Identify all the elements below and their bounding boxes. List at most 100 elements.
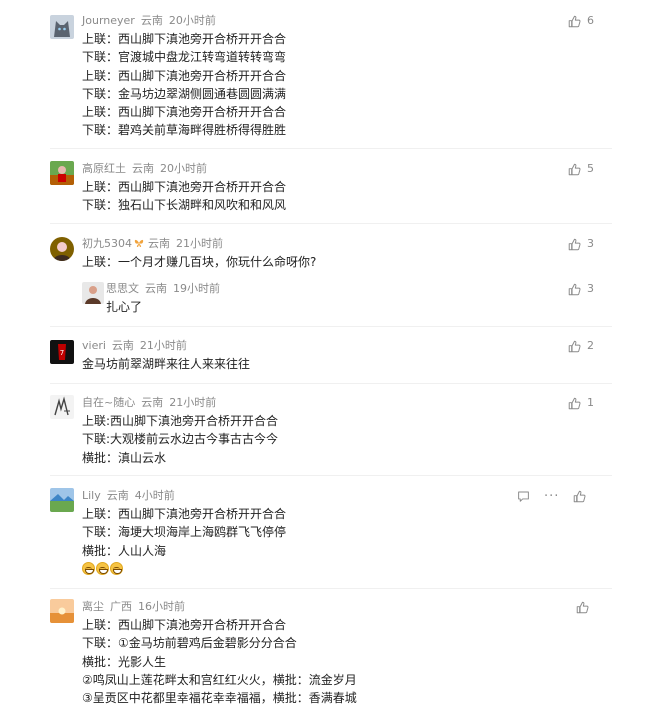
location: 云南 — [148, 237, 170, 250]
avatar[interactable] — [50, 161, 74, 185]
comment-item: 离尘 广西 16小时前 上联：西山脚下滇池旁开合桥开开合合 下联：①金马坊前碧鸡后金… — [0, 599, 661, 709]
thumbs-up-icon — [568, 15, 581, 27]
thumbs-up-icon — [568, 340, 581, 352]
username[interactable]: 思思文 — [106, 282, 139, 295]
like-count: 6 — [587, 14, 594, 27]
comment-line: 金马坊前翠湖畔来往人来来往往 — [82, 357, 251, 371]
comment-meta: vieri 云南 21小时前 — [82, 338, 193, 354]
comment-meta: 高原红土 云南 20小时前 — [82, 161, 213, 177]
location: 云南 — [140, 14, 163, 27]
comment-line: 上联：西山脚下滇池旁开合桥开开合合 — [82, 507, 287, 521]
comment-icon[interactable] — [517, 490, 530, 503]
comment-line: 下联：①金马坊前碧鸡后金碧影分分合合 — [82, 636, 297, 651]
comment-line: 扎心了 — [106, 300, 143, 314]
like-button[interactable]: 6 — [568, 13, 594, 29]
location: 云南 — [111, 339, 134, 352]
comment-meta: Lily 云南 4小时前 — [82, 488, 181, 504]
comment-line: 横批：滇山云水 — [82, 450, 167, 465]
comment-text: 金马坊前翠湖畔来往人来来往往 — [82, 355, 250, 373]
comment-line: 下联：独石山下长湖畔和风吹和和风风 — [82, 198, 287, 213]
thumbs-up-icon — [576, 601, 589, 613]
thumbs-up-icon — [568, 163, 581, 175]
thumbs-up-icon — [568, 283, 581, 295]
comment-meta: 初九5304 云南 21小时前 — [82, 236, 229, 252]
like-count: 3 — [587, 282, 594, 295]
comment-line: 下联:大观楼前云水边古今事古古今今 — [82, 432, 279, 447]
timestamp: 20小时前 — [160, 162, 207, 175]
comment-line: 下联：碧鸡关前草海畔得胜桥得得胜胜 — [82, 123, 287, 138]
comment-line: 下联：海埂大坝海岸上海鸥群飞飞停停 — [82, 525, 287, 540]
divider — [50, 383, 612, 384]
location: 广西 — [110, 600, 132, 613]
comment-line: 上联：西山脚下滇池旁开合桥开开合合 — [82, 180, 287, 194]
thumbs-up-icon — [568, 397, 581, 409]
username[interactable]: 高原红土 — [82, 162, 126, 175]
comment-text: 上联：西山脚下滇池旁开合桥开开合合 下联：官渡城中盘龙江转弯道转转弯弯 上联：西… — [82, 30, 286, 140]
comment-text: 上联：一个月才赚几百块，你玩什么命呀你? — [82, 253, 316, 271]
comment-item: 7 vieri 云南 21小时前 2 金马坊前翠湖畔来往人来来往往 — [0, 338, 661, 374]
like-button[interactable]: 2 — [568, 338, 594, 354]
username[interactable]: 初九5304 — [82, 237, 132, 250]
timestamp: 4小时前 — [134, 489, 175, 502]
thumbs-up-icon — [568, 238, 581, 250]
comment-text: 上联：西山脚下滇池旁开合桥开开合合 下联：①金马坊前碧鸡后金碧影分分合合 横批：… — [82, 616, 357, 707]
comment-line: 上联：西山脚下滇池旁开合桥开开合合 — [82, 68, 287, 83]
timestamp: 19小时前 — [173, 282, 220, 295]
comment-text: 上联:西山脚下滇池旁开合桥开开合合 下联:大观楼前云水边古今事古古今今 横批：滇… — [82, 412, 278, 467]
like-button[interactable]: 5 — [568, 161, 594, 177]
comment-text: 上联：西山脚下滇池旁开合桥开开合合 下联：独石山下长湖畔和风吹和和风风 — [82, 178, 286, 215]
timestamp: 16小时前 — [138, 600, 185, 613]
location: 云南 — [132, 162, 154, 175]
like-button[interactable]: 1 — [568, 395, 594, 411]
divider — [50, 475, 612, 476]
comment-item: Journeyer 云南 20小时前 6 上联：西山脚下滇池旁开合桥开开合合 下联：… — [0, 13, 661, 143]
like-count: 1 — [587, 396, 594, 409]
location: 云南 — [106, 489, 129, 502]
comment-item: Lily 云南 4小时前 ··· 上联：西山脚下滇池旁开合桥开开合合 下联：海埂大坝… — [0, 488, 661, 580]
username[interactable]: 自在~随心 — [82, 396, 135, 409]
avatar[interactable] — [50, 599, 74, 623]
divider — [50, 326, 612, 327]
location: 云南 — [141, 396, 164, 409]
location: 云南 — [145, 282, 167, 295]
grin-emoji-icon — [110, 562, 123, 576]
avatar[interactable] — [50, 237, 74, 261]
avatar[interactable]: 7 — [50, 340, 74, 364]
username[interactable]: Journeyer — [82, 14, 135, 27]
comment-line: 上联：一个月才赚几百块，你玩什么命呀你? — [82, 255, 317, 269]
comment-line: 横批：人山人海 — [82, 543, 167, 558]
username[interactable]: Lily — [82, 489, 101, 502]
more-icon[interactable]: ··· — [544, 490, 559, 503]
avatar[interactable] — [82, 282, 104, 304]
timestamp: 20小时前 — [168, 14, 216, 27]
username[interactable]: 离尘 — [82, 600, 104, 613]
comment-line: 上联：西山脚下滇池旁开合桥开开合合 — [82, 105, 287, 120]
avatar[interactable] — [50, 395, 74, 419]
like-count: 5 — [587, 162, 594, 175]
comment-line: 上联：西山脚下滇池旁开合桥开开合合 — [82, 32, 287, 46]
comment-item: 自在~随心 云南 21小时前 1 上联:西山脚下滇池旁开合桥开开合合 下联:大观楼前… — [0, 395, 661, 467]
thumbs-up-icon[interactable] — [573, 490, 586, 503]
reply-item: 思思文 云南 19小时前 3 扎心了 — [0, 281, 661, 315]
comment-meta: 思思文 云南 19小时前 — [106, 281, 226, 297]
comment-line: 横批：光影人生 — [82, 654, 167, 669]
like-button[interactable]: 3 — [568, 236, 594, 252]
comment-line: 下联：金马坊边翠湖侧圆通巷圆圆满满 — [82, 86, 287, 101]
comment-meta: 自在~随心 云南 21小时前 — [82, 395, 222, 411]
comment-text: 扎心了 — [106, 298, 142, 316]
comment-meta: 离尘 广西 16小时前 — [82, 599, 191, 615]
comment-line: 上联：西山脚下滇池旁开合桥开开合合 — [82, 618, 287, 632]
username[interactable]: vieri — [82, 339, 106, 352]
comment-line: 上联:西山脚下滇池旁开合桥开开合合 — [82, 414, 279, 428]
grin-emoji-icon — [82, 562, 95, 576]
avatar[interactable] — [50, 15, 74, 39]
avatar[interactable] — [50, 488, 74, 512]
like-button[interactable] — [576, 599, 595, 615]
timestamp: 21小时前 — [139, 339, 187, 352]
like-count: 3 — [587, 237, 594, 250]
like-button[interactable]: 3 — [568, 281, 594, 297]
svg-text:7: 7 — [60, 349, 64, 357]
comment-line: ③呈贡区中花都里幸福花幸幸福福，横批：香满春城 — [82, 691, 357, 706]
divider — [50, 223, 612, 224]
butterfly-badge-icon — [134, 239, 144, 247]
